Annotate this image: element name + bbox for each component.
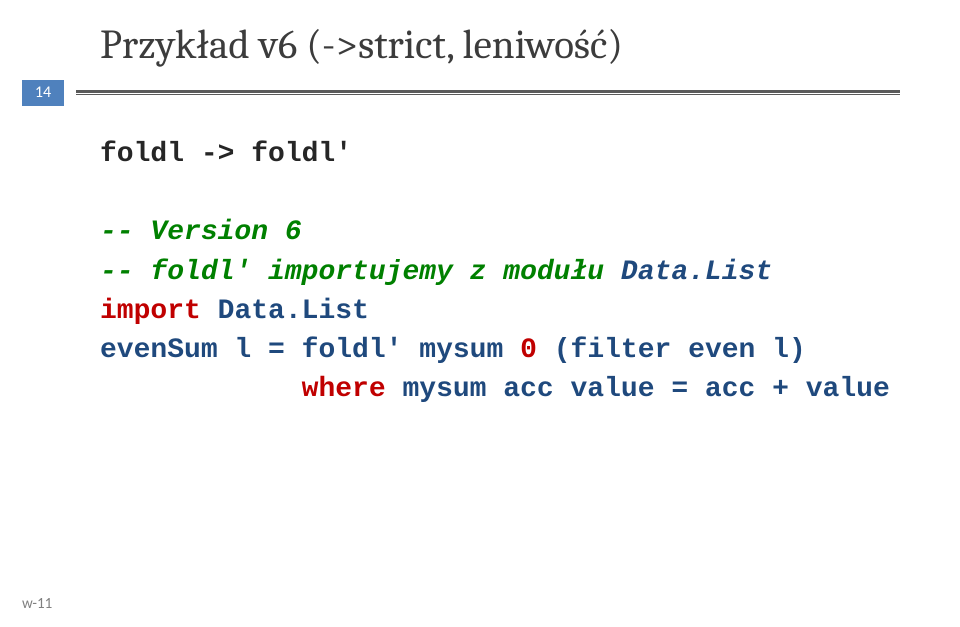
space [201, 296, 218, 327]
code-block: foldl -> foldl' -- Version 6 -- foldl' i… [100, 135, 900, 409]
where-rest: mysum acc value = acc + value [402, 374, 889, 405]
def-c: mysum [402, 335, 520, 366]
import-module: Data.List [218, 296, 369, 327]
comment-foldl-a: -- foldl' [100, 257, 251, 288]
comment-version: -- Version 6 [100, 217, 302, 248]
where-indent [100, 374, 302, 405]
def-e: ( [537, 335, 571, 366]
divider [76, 90, 900, 95]
comment-module: Data.List [621, 257, 772, 288]
def-a: evenSum l = [100, 335, 302, 366]
def-filter: filter [571, 335, 672, 366]
page-number-badge: 14 [22, 80, 64, 106]
def-zero: 0 [520, 335, 537, 366]
def-foldl: foldl' [302, 335, 403, 366]
slide-title: Przykład v6 (->strict, leniwość) [100, 22, 900, 69]
code-line-subst: foldl -> foldl' [100, 139, 352, 170]
space [386, 374, 403, 405]
footer-label: w-11 [22, 595, 52, 613]
title-underline: 14 [0, 80, 900, 106]
slide: Przykład v6 (->strict, leniwość) 14 fold… [0, 0, 960, 627]
def-g: even l) [671, 335, 805, 366]
where-keyword: where [302, 374, 386, 405]
comment-foldl-b: importujemy z modułu [251, 257, 621, 288]
import-keyword: import [100, 296, 201, 327]
